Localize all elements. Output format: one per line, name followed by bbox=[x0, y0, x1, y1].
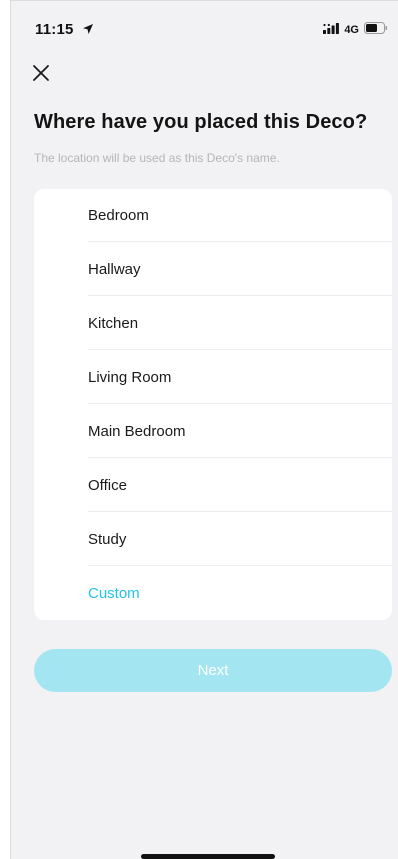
location-option-label: Living Room bbox=[88, 368, 172, 386]
location-arrow-icon bbox=[82, 22, 94, 39]
page-title: Where have you placed this Deco? bbox=[34, 111, 368, 133]
location-option-label: Office bbox=[88, 476, 127, 494]
status-bar: 11:15 4G bbox=[11, 1, 398, 55]
location-option-hallway[interactable]: Hallway bbox=[34, 242, 392, 296]
location-option-main-bedroom[interactable]: Main Bedroom bbox=[34, 404, 392, 458]
location-option-label: Custom bbox=[88, 584, 140, 602]
location-option-label: Study bbox=[88, 530, 127, 548]
app-screen: 11:15 4G Where have you placed this Deco… bbox=[10, 0, 398, 859]
location-option-living-room[interactable]: Living Room bbox=[34, 350, 392, 404]
location-option-custom[interactable]: Custom bbox=[34, 566, 392, 620]
location-option-label: Main Bedroom bbox=[88, 422, 186, 440]
close-icon bbox=[29, 65, 53, 89]
network-type: 4G bbox=[344, 23, 359, 36]
location-option-kitchen[interactable]: Kitchen bbox=[34, 296, 392, 350]
next-button[interactable]: Next bbox=[34, 649, 392, 692]
status-time: 11:15 bbox=[35, 21, 94, 39]
page-subtitle: The location will be used as this Deco's… bbox=[34, 151, 280, 165]
location-option-label: Kitchen bbox=[88, 314, 139, 332]
status-time-text: 11:15 bbox=[35, 21, 74, 38]
battery-icon bbox=[364, 22, 388, 37]
location-list: Bedroom Hallway Kitchen Living Room Main… bbox=[34, 189, 392, 620]
location-option-label: Hallway bbox=[88, 260, 141, 278]
status-indicators: 4G bbox=[323, 22, 388, 37]
home-indicator[interactable] bbox=[141, 854, 275, 859]
location-option-study[interactable]: Study bbox=[34, 512, 392, 566]
location-option-office[interactable]: Office bbox=[34, 458, 392, 512]
signal-bars-icon bbox=[323, 22, 340, 37]
close-button[interactable] bbox=[29, 61, 53, 85]
location-option-label: Bedroom bbox=[88, 207, 149, 224]
location-option-bedroom[interactable]: Bedroom bbox=[34, 189, 392, 242]
